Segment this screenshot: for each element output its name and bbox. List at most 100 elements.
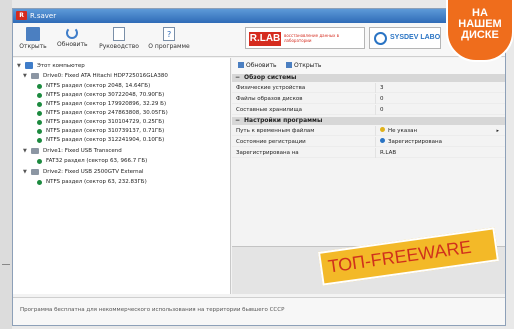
- partition-label: NTFS раздел (сектор 179920896, 32.29 Б): [46, 101, 167, 107]
- section-title: Обзор системы: [244, 74, 297, 81]
- on-disk-badge: НА НАШЕМ ДИСКЕ: [446, 0, 514, 62]
- registration-value: Зарегистрирована: [388, 139, 442, 145]
- app-logo-icon: R: [16, 11, 27, 20]
- open-button[interactable]: Открыть: [19, 27, 47, 50]
- partition-icon: [37, 129, 42, 134]
- badge-line: ДИСКЕ: [461, 29, 499, 41]
- rlab-tagline: восстановление данных в лаборатории: [284, 33, 339, 43]
- partition-label: NTFS раздел (сектор 2048, 14.64ГБ): [46, 83, 151, 89]
- usb-drive-icon: [31, 169, 39, 175]
- properties-refresh-label: Обновить: [246, 62, 277, 69]
- properties-refresh-button[interactable]: Обновить: [238, 62, 276, 69]
- badge-text: НА НАШЕМ ДИСКЕ: [446, 8, 514, 41]
- partition-icon: [37, 138, 42, 143]
- property-row[interactable]: Состояние регистрации Зарегистрирована: [232, 137, 505, 147]
- device-tree: ▼ Этот компьютер ▼ Drive0: Fixed ATA Hit…: [13, 58, 231, 294]
- status-bar: Программа бесплатна для некоммерческого …: [13, 297, 505, 325]
- property-row[interactable]: Путь к временным файлам Не указан ▸: [232, 126, 505, 136]
- property-key: Файлы образов дисков: [236, 96, 303, 102]
- property-value: Не указан: [380, 126, 417, 136]
- open-folder-icon: [26, 27, 40, 41]
- property-key: Составные хранилища: [236, 107, 303, 113]
- chevron-right-icon[interactable]: ▸: [496, 126, 499, 136]
- column-divider: [375, 105, 376, 115]
- partition-icon: [37, 102, 42, 107]
- property-key: Физические устройства: [236, 85, 306, 91]
- partition-icon: [37, 120, 42, 125]
- partition-label: NTFS раздел (сектор 312241904, 0.10ГБ): [46, 137, 165, 143]
- title-bar: R R.saver: [13, 9, 505, 23]
- partition-label: NTFS раздел (сектор 63, 232.83ГБ): [46, 179, 147, 185]
- column-divider: [375, 126, 376, 136]
- column-divider: [375, 137, 376, 147]
- column-divider: [375, 83, 376, 93]
- drive-label: Drive2: Fixed USB 2500GTV External: [43, 169, 144, 175]
- main-toolbar: Открыть Обновить Руководство О программе…: [13, 23, 505, 57]
- refresh-icon: [238, 62, 244, 68]
- refresh-button-label: Обновить: [57, 41, 88, 48]
- column-divider: [375, 148, 376, 158]
- property-value: 0: [380, 107, 384, 113]
- hard-drive-icon: [31, 73, 39, 79]
- partition-icon: [37, 84, 42, 89]
- property-value: 0: [380, 96, 384, 102]
- collapse-icon[interactable]: ▼: [23, 147, 28, 155]
- app-window: R R.saver Открыть Обновить Руководство О…: [12, 8, 506, 326]
- property-row[interactable]: Физические устройства 3: [232, 83, 505, 93]
- status-text: Программа бесплатна для некоммерческого …: [20, 307, 285, 313]
- sysdev-logo-icon: [374, 32, 387, 45]
- section-header[interactable]: − Обзор системы: [232, 74, 505, 82]
- about-button[interactable]: О программе: [147, 27, 191, 50]
- sysdev-name: SYSDEV LABO: [390, 34, 441, 41]
- partition-icon: [37, 93, 42, 98]
- properties-open-button[interactable]: Открыть: [286, 62, 321, 69]
- section-title: Настройки программы: [244, 117, 323, 124]
- partition-icon: [37, 180, 42, 185]
- partition-label: NTFS раздел (сектор 247863808, 30.05ГБ): [46, 110, 168, 116]
- partition-icon: [37, 159, 42, 164]
- property-value: Зарегистрирована: [380, 137, 442, 147]
- temp-path-value: Не указан: [388, 128, 418, 134]
- page-mark: [2, 264, 10, 265]
- manual-button-label: Руководство: [99, 43, 139, 50]
- partition-label: FAT32 раздел (сектор 63, 966.7 ГБ): [46, 158, 148, 164]
- rlab-banner[interactable]: R.LAB восстановление данных в лаборатори…: [245, 27, 365, 49]
- about-button-label: О программе: [148, 43, 190, 50]
- computer-icon: [25, 62, 33, 69]
- collapse-icon[interactable]: ▼: [17, 62, 22, 70]
- refresh-button[interactable]: Обновить: [57, 27, 87, 48]
- window-title: R.saver: [30, 12, 57, 20]
- partition-label: NTFS раздел (сектор 30722048, 70.90ГБ): [46, 92, 165, 98]
- property-row[interactable]: Составные хранилища 0: [232, 105, 505, 115]
- collapse-icon[interactable]: −: [235, 117, 240, 125]
- sysdev-banner[interactable]: SYSDEV LABO: [369, 27, 441, 49]
- partition-label: NTFS раздел (сектор 310739137, 0.71ГБ): [46, 128, 165, 134]
- drive-label: Drive0: Fixed ATA Hitachi HDP725016GLA38…: [43, 73, 168, 79]
- tree-root-label: Этот компьютер: [37, 63, 85, 69]
- page-edge-strip: [0, 0, 12, 329]
- open-button-label: Открыть: [19, 43, 47, 50]
- drive-label: Drive1: Fixed USB Transcend: [43, 148, 122, 154]
- manual-button[interactable]: Руководство: [99, 27, 139, 50]
- warning-dot-icon: [380, 127, 385, 132]
- section-header[interactable]: − Настройки программы: [232, 117, 505, 125]
- usb-drive-icon: [31, 148, 39, 154]
- about-icon: [163, 27, 175, 41]
- column-divider: [375, 94, 376, 104]
- property-row[interactable]: Зарегистрирована на R.LAB: [232, 148, 505, 158]
- property-value: 3: [380, 85, 384, 91]
- rlab-logo: R.LAB: [249, 32, 281, 46]
- collapse-icon[interactable]: ▼: [23, 72, 28, 80]
- property-key: Зарегистрирована на: [236, 150, 299, 156]
- property-key: Путь к временным файлам: [236, 128, 315, 134]
- properties-open-label: Открыть: [294, 62, 322, 69]
- collapse-icon[interactable]: ▼: [23, 168, 28, 176]
- refresh-icon: [66, 27, 78, 39]
- partition-icon: [37, 111, 42, 116]
- manual-icon: [113, 27, 125, 41]
- property-row[interactable]: Файлы образов дисков 0: [232, 94, 505, 104]
- partition-label: NTFS раздел (сектор 310104729, 0.25ГБ): [46, 119, 165, 125]
- open-folder-icon: [286, 62, 292, 68]
- status-dot-icon: [380, 138, 385, 143]
- collapse-icon[interactable]: −: [235, 74, 240, 82]
